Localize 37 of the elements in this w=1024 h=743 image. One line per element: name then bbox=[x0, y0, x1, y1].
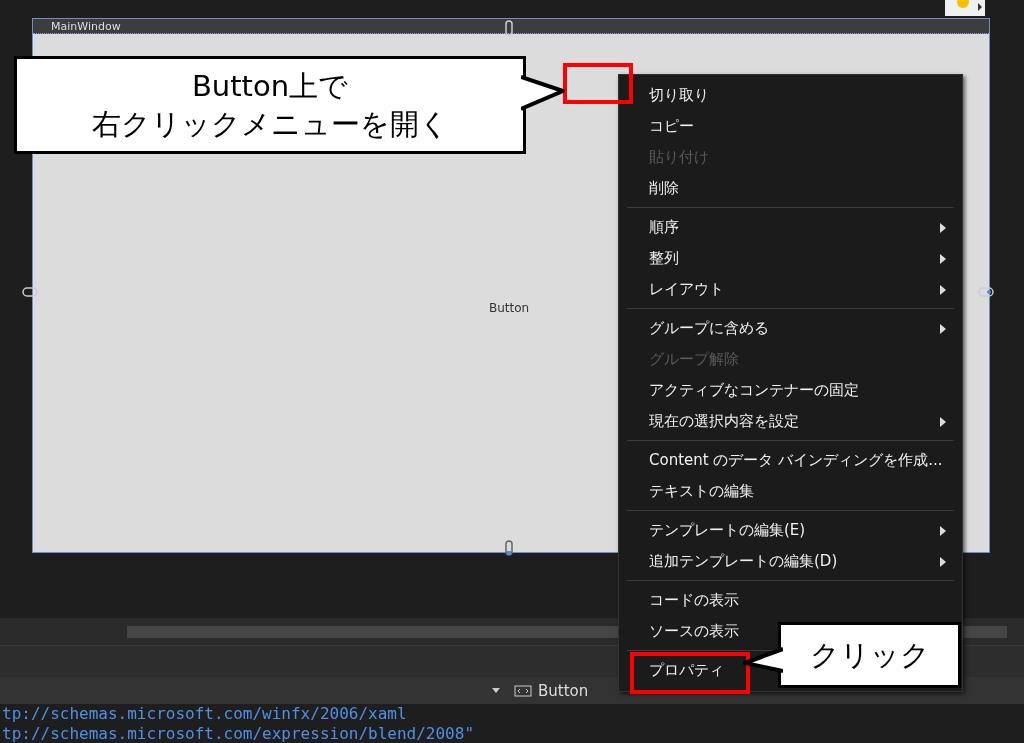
menu-item[interactable]: 削除 bbox=[619, 173, 962, 204]
pin-icon bbox=[22, 287, 38, 297]
code-line: tp://schemas.microsoft.com/winfx/2006/xaml bbox=[2, 704, 408, 724]
submenu-arrow-icon bbox=[940, 416, 946, 427]
element-icon bbox=[514, 684, 532, 697]
menu-item[interactable]: コピー bbox=[619, 111, 962, 142]
submenu-arrow-icon bbox=[940, 556, 946, 567]
pin-icon bbox=[505, 540, 513, 556]
menu-item[interactable]: 整列 bbox=[619, 243, 962, 274]
submenu-arrow-icon bbox=[940, 525, 946, 536]
callout-text: Button上で bbox=[191, 68, 349, 105]
submenu-arrow-icon bbox=[940, 222, 946, 233]
menu-item[interactable]: 現在の選択内容を設定 bbox=[619, 406, 962, 437]
menu-item[interactable]: 順序 bbox=[619, 212, 962, 243]
menu-item[interactable]: Content のデータ バインディングを作成... bbox=[619, 445, 962, 476]
highlight-frame bbox=[563, 63, 633, 104]
dropdown-arrow-icon[interactable] bbox=[492, 688, 500, 693]
menu-item[interactable]: テキストの編集 bbox=[619, 476, 962, 507]
menu-item[interactable]: 追加テンプレートの編集(D) bbox=[619, 546, 962, 577]
code-line: tp://schemas.microsoft.com/expression/blend/2008" bbox=[2, 724, 475, 743]
pin-icon bbox=[505, 20, 513, 36]
menu-item[interactable]: コードの表示 bbox=[619, 585, 962, 616]
menu-item[interactable]: グループに含める bbox=[619, 313, 962, 344]
menu-item[interactable]: テンプレートの編集(E) bbox=[619, 515, 962, 546]
lightbulb-icon[interactable] bbox=[945, 0, 985, 16]
pin-icon bbox=[978, 287, 994, 297]
callout-text: クリック bbox=[809, 637, 930, 674]
breadcrumb-item[interactable]: Button bbox=[538, 681, 589, 700]
submenu-arrow-icon bbox=[940, 284, 946, 295]
window-title: MainWindow bbox=[51, 19, 121, 33]
callout-text: 右クリックメニューを開く bbox=[91, 106, 449, 143]
button-label[interactable]: Button bbox=[489, 301, 530, 315]
submenu-arrow-icon bbox=[940, 253, 946, 264]
menu-item[interactable]: アクティブなコンテナーの固定 bbox=[619, 375, 962, 406]
menu-item[interactable]: レイアウト bbox=[619, 274, 962, 305]
submenu-arrow-icon bbox=[940, 323, 946, 334]
menu-item[interactable]: 切り取り bbox=[619, 80, 962, 111]
